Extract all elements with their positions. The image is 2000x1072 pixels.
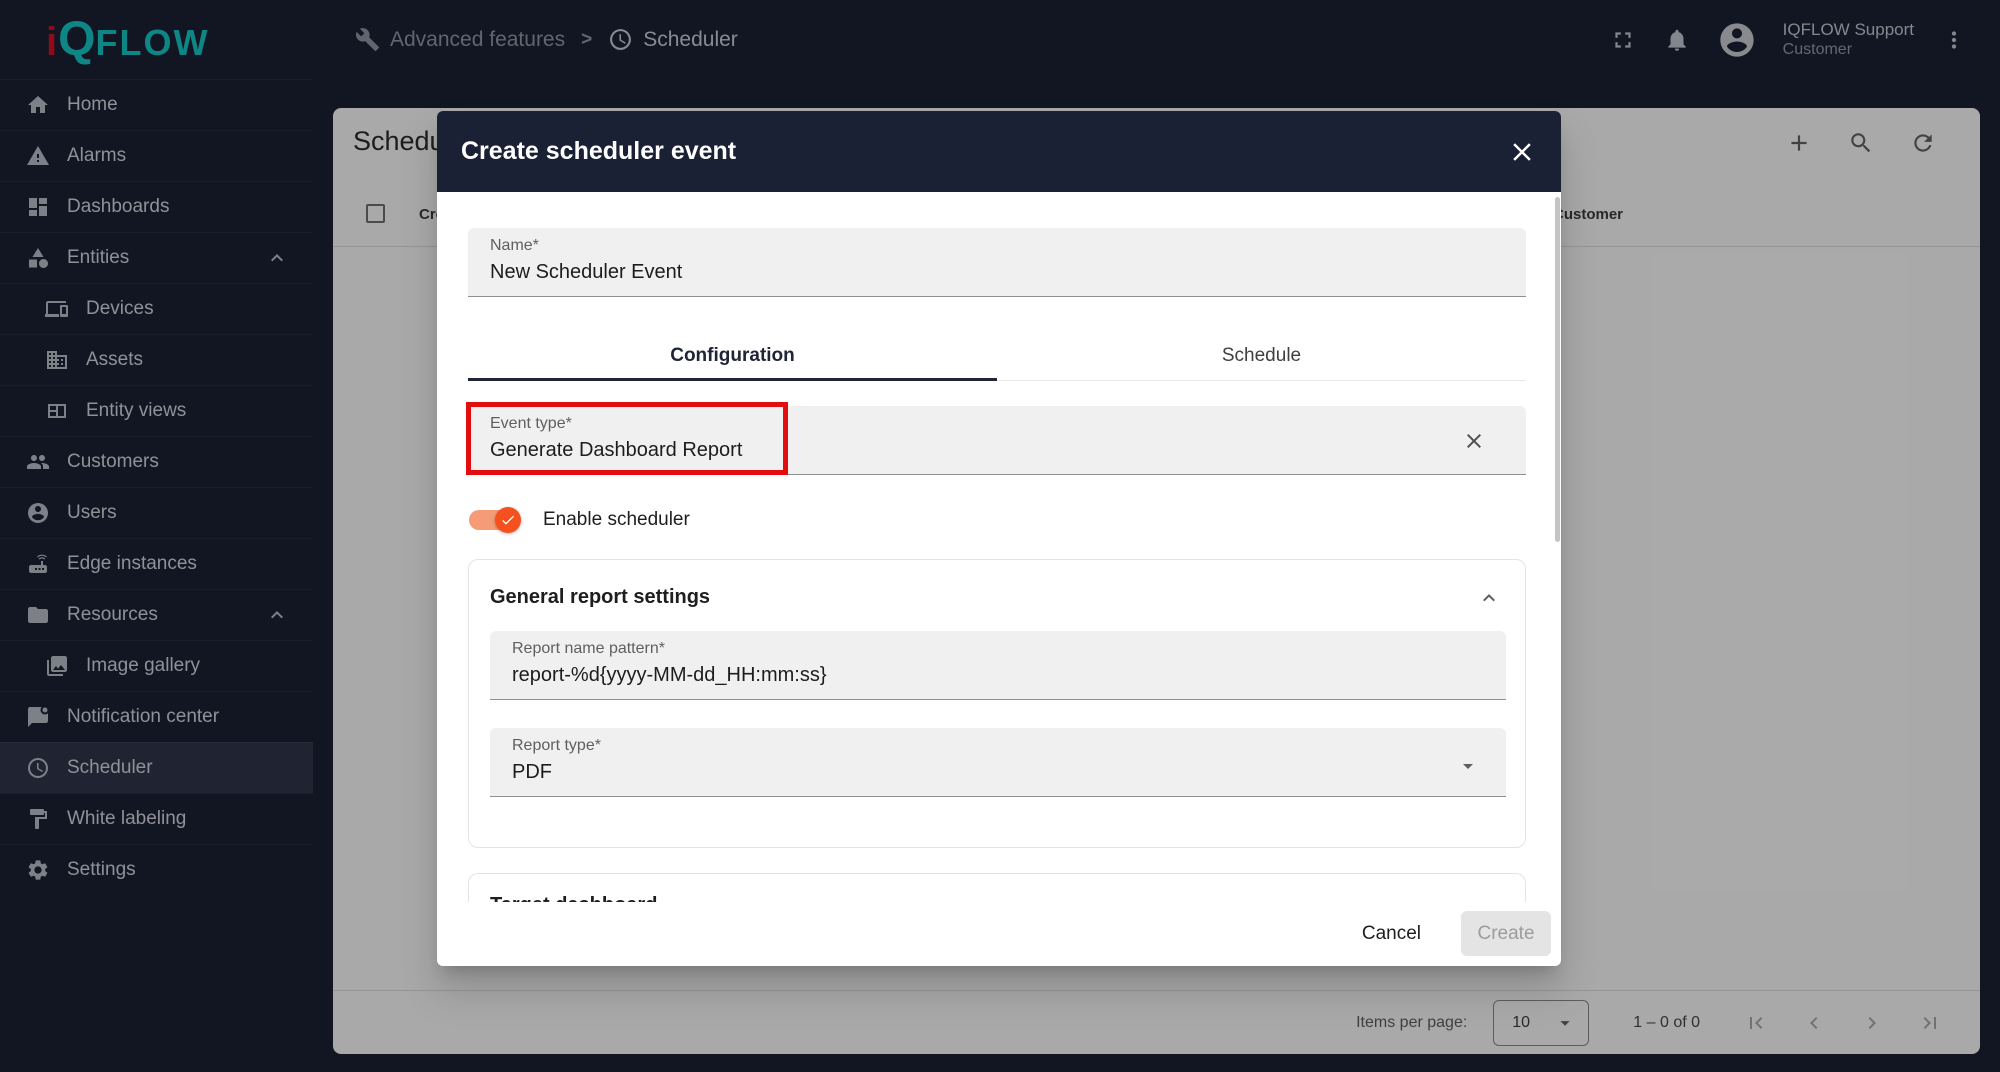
dialog-header: Create scheduler event xyxy=(437,111,1561,192)
tab-schedule[interactable]: Schedule xyxy=(997,330,1526,381)
report-name-pattern-label: Report name pattern* xyxy=(512,640,665,657)
dialog-tabs: Configuration Schedule xyxy=(468,330,1526,381)
dropdown-arrow-icon xyxy=(1456,754,1480,778)
create-scheduler-event-dialog: Create scheduler event Name* New Schedul… xyxy=(437,111,1561,966)
dialog-footer: Cancel Create xyxy=(1348,911,1551,956)
event-type-field[interactable]: Event type* Generate Dashboard Report xyxy=(468,406,1526,475)
tab-configuration[interactable]: Configuration xyxy=(468,330,997,381)
report-type-label: Report type* xyxy=(512,737,601,754)
enable-scheduler-row: Enable scheduler xyxy=(469,507,690,533)
app-root: i Q FLOW Advanced features > Scheduler I… xyxy=(0,0,2000,1072)
create-button[interactable]: Create xyxy=(1461,911,1551,956)
report-name-pattern-value: report-%d{yyyy-MM-dd_HH:mm:ss} xyxy=(512,664,827,686)
clear-icon[interactable] xyxy=(1462,429,1486,453)
name-field-label: Name* xyxy=(490,237,539,254)
cancel-button[interactable]: Cancel xyxy=(1348,913,1435,955)
dialog-title: Create scheduler event xyxy=(461,137,737,165)
enable-scheduler-toggle[interactable] xyxy=(469,507,521,533)
toggle-thumb xyxy=(495,507,521,533)
clipped-section-heading: Target dashboard xyxy=(490,894,657,902)
active-tab-indicator xyxy=(468,378,997,381)
event-type-value: Generate Dashboard Report xyxy=(490,439,743,461)
dialog-scrollbar[interactable] xyxy=(1555,197,1560,542)
name-field-value: New Scheduler Event xyxy=(490,261,683,283)
name-field[interactable]: Name* New Scheduler Event xyxy=(468,228,1526,297)
report-name-pattern-field[interactable]: Report name pattern* report-%d{yyyy-MM-d… xyxy=(490,631,1506,700)
enable-scheduler-label: Enable scheduler xyxy=(543,509,690,530)
report-type-select[interactable]: Report type* PDF xyxy=(490,728,1506,797)
close-icon[interactable] xyxy=(1507,137,1537,167)
section-heading: General report settings xyxy=(490,586,711,608)
collapse-chevron-up-icon[interactable] xyxy=(1477,586,1501,610)
report-type-value: PDF xyxy=(512,761,552,783)
event-type-label: Event type* xyxy=(490,415,572,432)
target-dashboard-card-clipped: Target dashboard xyxy=(468,873,1526,902)
check-icon xyxy=(502,515,514,525)
general-report-settings-card: General report settings Report name patt… xyxy=(468,559,1526,848)
